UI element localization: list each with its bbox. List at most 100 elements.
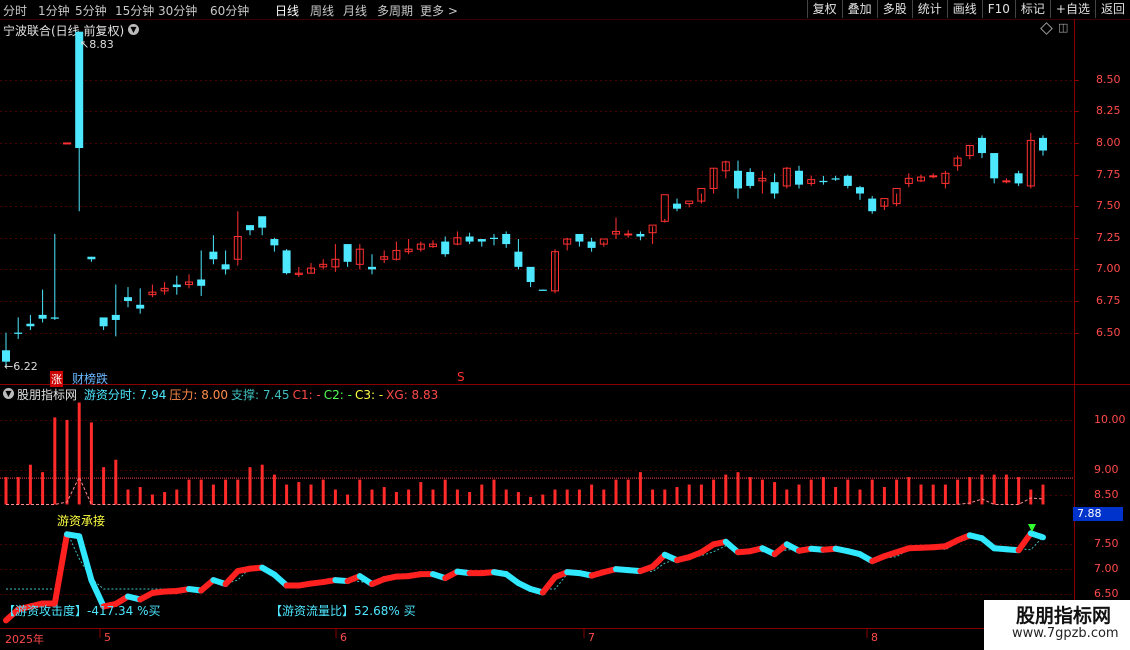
candle-body: [795, 170, 803, 185]
candle-body: [14, 332, 23, 334]
flow-line-segment: [1015, 530, 1034, 554]
indicator-bar: [870, 479, 874, 505]
watermark-title: 股朋指标网: [1016, 605, 1112, 627]
indicator-bar: [28, 464, 32, 505]
indicator-bar: [102, 467, 106, 505]
indicator-bar: [846, 479, 850, 505]
candle-body: [660, 194, 669, 222]
current-value-box: 7.88: [1073, 507, 1123, 521]
candle-body: [270, 239, 279, 246]
limit-up-mark: 涨: [50, 371, 63, 387]
indicator-axis-label: 7.00: [1094, 562, 1119, 576]
high-price-label: ↖8.83: [80, 38, 114, 51]
indicator-bar: [956, 479, 960, 505]
indicator-bar: [614, 479, 618, 505]
candle-body: [746, 172, 755, 186]
indicator-bar: [541, 494, 545, 505]
pane-divider: [0, 384, 1130, 385]
date-label: 2025年: [5, 633, 44, 646]
indicator-bar: [175, 489, 179, 505]
indicator-bar: [565, 489, 569, 505]
price-axis-label: 8.00: [1096, 135, 1121, 149]
indicator-bar: [663, 489, 667, 505]
indicator-bar: [211, 484, 215, 505]
indicator-bar: [272, 474, 276, 505]
price-axis-label: 6.50: [1096, 325, 1121, 339]
indicator-bar: [394, 492, 398, 505]
indicator-bar: [4, 477, 8, 505]
candle-body: [136, 304, 145, 309]
indicator-bar: [65, 419, 69, 505]
indicator-bar: [297, 482, 301, 505]
candle-body: [99, 317, 108, 327]
indicator-bar: [163, 492, 167, 505]
price-chart: [0, 19, 1130, 649]
indicator-bar: [492, 479, 496, 505]
indicator-bar: [419, 482, 423, 505]
candle-body: [1039, 137, 1047, 151]
attack-degree-text: 【游资攻击度】-417.34 %买: [3, 604, 161, 618]
candle-body: [124, 297, 132, 301]
candle-body: [477, 239, 486, 242]
indicator-bar: [858, 489, 862, 505]
indicator-bar: [760, 479, 764, 505]
indicator-bar: [370, 489, 374, 505]
fund-rank-mark: 财榜跌: [72, 372, 109, 386]
flow-line-segment: [76, 533, 95, 584]
indicator-bar: [150, 494, 154, 505]
indicator-bar: [260, 464, 264, 505]
candle-body: [929, 175, 938, 178]
s-mark: S: [457, 370, 465, 384]
candle-body: [111, 314, 120, 320]
candle-body: [50, 317, 59, 319]
date-axis-line: [0, 628, 1130, 629]
indicator-bar: [89, 422, 93, 505]
date-label: 7: [588, 631, 595, 644]
indicator-bar: [138, 487, 142, 505]
indicator-bar: [382, 487, 386, 505]
candle-body: [343, 244, 352, 262]
indicator-bar: [199, 479, 203, 505]
candle-body: [502, 233, 511, 245]
price-axis-label: 7.25: [1096, 230, 1121, 244]
date-label: 5: [104, 631, 111, 644]
indicator-bar: [1029, 489, 1033, 505]
indicator-bar: [309, 484, 313, 505]
candle-body: [990, 153, 999, 179]
indicator-bar: [248, 467, 252, 505]
indicator-bar: [346, 494, 350, 505]
candle-body: [868, 198, 877, 212]
candle-body: [87, 256, 96, 260]
price-axis-label: 7.00: [1096, 262, 1121, 276]
candle-body: [1002, 180, 1011, 183]
candle-body: [770, 182, 779, 194]
price-axis-label: 6.75: [1096, 293, 1121, 307]
candle-body: [514, 251, 523, 267]
indicator-bar: [333, 489, 337, 505]
indicator-bar: [480, 484, 484, 505]
indicator-bar: [687, 484, 691, 505]
indicator-axis-label: 6.50: [1094, 587, 1119, 600]
indicator-bar: [516, 492, 520, 505]
indicator-bar: [590, 484, 594, 505]
indicator-bar: [785, 489, 789, 505]
indicator-bar: [748, 477, 752, 505]
indicator-bar: [16, 477, 20, 505]
indicator-axis-label: 9.00: [1094, 462, 1119, 476]
candle-body: [538, 289, 547, 291]
candle-body: [465, 236, 474, 242]
price-axis-label: 7.75: [1096, 167, 1121, 181]
candle-body: [685, 200, 694, 205]
indicator-bar: [577, 489, 581, 505]
date-label: 6: [340, 631, 347, 644]
indicator-bar: [943, 484, 947, 505]
indicator-bar: [968, 477, 972, 505]
indicator-bar: [1004, 474, 1008, 505]
indicator-bar: [187, 479, 191, 505]
indicator-bar: [992, 474, 996, 505]
candle-body: [26, 323, 35, 327]
candle-body: [38, 314, 47, 319]
candle-body: [624, 233, 633, 236]
indicator-bar: [712, 479, 716, 505]
indicator-axis-label: 7.50: [1094, 537, 1119, 551]
